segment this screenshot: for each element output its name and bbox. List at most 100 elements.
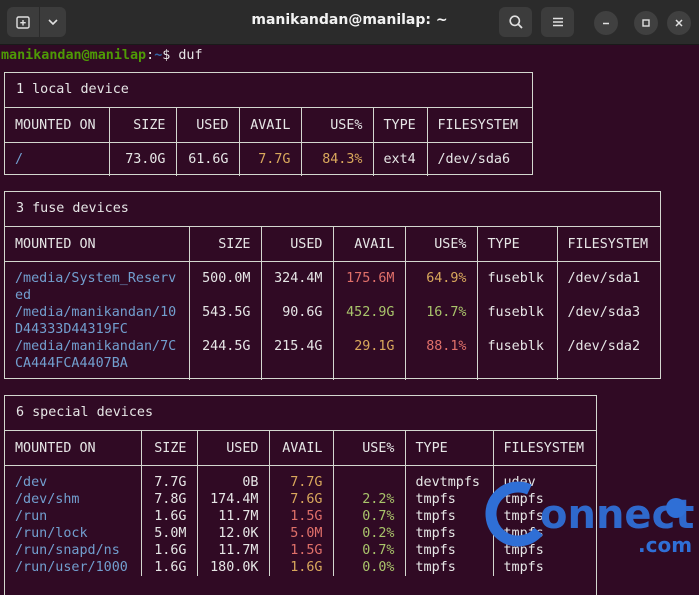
cell-use-percent: 0.0% [333,559,406,576]
cell-used: 324.4M [261,261,334,304]
cell-filesystem: /dev/sda1 [567,271,641,286]
maximize-icon [642,19,650,27]
cell-avail: 1.6G [269,559,334,576]
col-type: TYPE [405,431,494,466]
cell-avail: 175.6M [333,261,406,304]
menu-button[interactable] [541,7,574,37]
cell-mount: /run/lock [5,525,142,542]
cell-use-percent: 0.2% [333,525,406,542]
cell-use-percent: 2.2% [333,491,406,508]
prompt-separator: : [146,48,155,63]
col-filesystem: FILESYSTEM [557,227,660,262]
cell-used: 174.4M [197,491,270,508]
cell-size: 7.8G [141,491,198,508]
col-mounted-on: MOUNTED ON [5,108,110,143]
col-type: TYPE [373,108,428,143]
cell-use-percent: 0.7% [333,508,406,525]
col-avail: AVAIL [269,431,334,466]
watermark-sub: .com [638,533,692,557]
cell-used: 11.7M [197,508,270,525]
col-size: SIZE [189,227,262,262]
special-devices-title: 6 special devices [5,396,596,431]
cell-avail: 5.0M [269,525,334,542]
col-use-percent: USE% [333,431,406,466]
local-devices-table: 1 local device MOUNTED ON SIZE USED AVAI… [4,72,533,176]
cell-mount: /run/snapd/ns [5,542,142,559]
close-icon [675,19,683,27]
cell-mount: /run [5,508,142,525]
col-size: SIZE [141,431,198,466]
table-header-row: MOUNTED ON SIZE USED AVAIL USE% TYPE FIL… [5,227,660,262]
cell-used: 61.6G [176,142,240,176]
table-row: /media/System_Reserved 500.0M 324.4M 175… [5,261,660,304]
col-size: SIZE [109,108,177,143]
cell-use-percent: 64.9% [405,261,478,304]
cell-use-percent: 84.3% [301,142,374,176]
cell-mount: /media/manikandan/10D44333D44319FC [5,304,190,338]
cell-use-percent [333,465,406,491]
watermark-globe-icon [666,498,686,518]
col-filesystem: FILESYSTEM [493,431,596,466]
command-prompt: manikandan@manilap:~$ duf [1,47,203,64]
search-button[interactable] [499,7,532,37]
cell-avail: 29.1G [333,338,406,380]
cell-size: 1.6G [141,559,198,576]
cell-used: 11.7M [197,542,270,559]
cell-size: 1.6G [141,542,198,559]
cell-avail: 1.5G [269,542,334,559]
cell-size: 1.6G [141,508,198,525]
cell-size: 500.0M [189,261,262,304]
cell-size: 543.5G [189,304,262,338]
col-avail: AVAIL [239,108,302,143]
prompt-user-host: manikandan@manilap [1,48,147,63]
cell-size: 244.5G [189,338,262,380]
minimize-button[interactable] [594,11,618,35]
cell-size: 5.0M [141,525,198,542]
cell-avail: 1.5G [269,508,334,525]
cell-type: fuseblk [477,338,558,380]
close-button[interactable] [667,11,691,35]
col-used: USED [176,108,240,143]
cell-size: 7.7G [141,465,198,491]
col-mounted-on: MOUNTED ON [5,431,142,466]
col-type: TYPE [477,227,558,262]
table-header-row: MOUNTED ON SIZE USED AVAIL USE% TYPE FIL… [5,431,596,466]
col-use-percent: USE% [405,227,478,262]
cell-type: fuseblk [477,261,558,304]
cell-use-percent: 0.7% [333,542,406,559]
title-bar: manikandan@manilap: ~ [0,0,699,45]
minimize-icon [603,22,609,25]
cell-avail: 7.7G [269,465,334,491]
col-avail: AVAIL [333,227,406,262]
cell-filesystem: /dev/sda6 [437,152,511,167]
prompt-command: duf [178,48,203,63]
col-use-percent: USE% [301,108,374,143]
cell-mount: / [5,142,110,176]
cell-filesystem: /dev/sda3 [567,305,641,320]
cell-mount: /dev/shm [5,491,142,508]
table-header-row: MOUNTED ON SIZE USED AVAIL USE% TYPE FIL… [5,108,532,143]
fuse-devices-title: 3 fuse devices [5,192,660,227]
cell-mount: /media/manikandan/7CCA444FCA4407BA [5,338,190,380]
cell-used: 12.0K [197,525,270,542]
cell-used: 215.4G [261,338,334,380]
cell-used: 90.6G [261,304,334,338]
col-filesystem: FILESYSTEM [427,108,532,143]
cell-avail: 7.7G [239,142,302,176]
cell-mount: /media/System_Reserved [5,261,190,304]
cell-type: fuseblk [477,304,558,338]
cell-use-percent: 88.1% [405,338,478,380]
cell-mount: /run/user/1000 [5,559,142,576]
cell-filesystem: /dev/sda2 [567,339,641,354]
cell-used: 180.0K [197,559,270,576]
search-icon [508,15,523,29]
maximize-button[interactable] [634,11,658,35]
table-row: /media/manikandan/10D44333D44319FC 543.5… [5,304,660,338]
fuse-devices-grid: MOUNTED ON SIZE USED AVAIL USE% TYPE FIL… [5,227,660,380]
col-used: USED [261,227,334,262]
cell-used: 0B [197,465,270,491]
prompt-symbol: $ [162,48,171,63]
cell-avail: 7.6G [269,491,334,508]
cell-type: ext4 [373,142,428,176]
cell-size: 73.0G [109,142,177,176]
